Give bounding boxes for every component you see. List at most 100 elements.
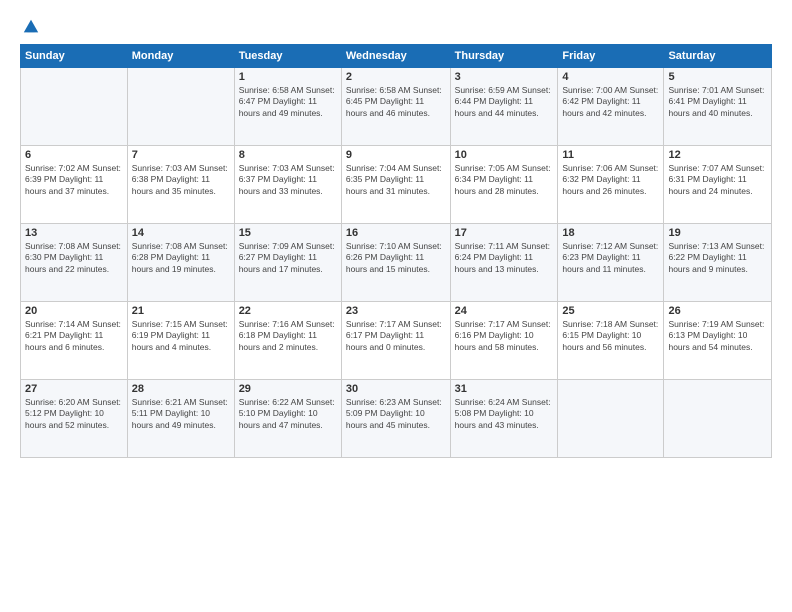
day-cell: 31 Sunrise: 6:24 AM Sunset: 5:08 PM Dayli…: [450, 380, 558, 458]
day-number: 21: [132, 305, 230, 317]
day-number: 18: [562, 227, 659, 239]
day-info: Sunrise: 7:05 AM Sunset: 6:34 PM Dayligh…: [455, 163, 554, 197]
day-cell: 26 Sunrise: 7:19 AM Sunset: 6:13 PM Dayli…: [664, 302, 772, 380]
day-info: Sunrise: 7:00 AM Sunset: 6:42 PM Dayligh…: [562, 85, 659, 119]
day-cell: 2 Sunrise: 6:58 AM Sunset: 6:45 PM Daylig…: [341, 68, 450, 146]
day-cell: 22Sunrise: 7:16 AM Sunset: 6:18 PM Dayli…: [234, 302, 341, 380]
day-cell: 7Sunrise: 7:03 AM Sunset: 6:38 PM Daylig…: [127, 146, 234, 224]
day-number: 14: [132, 227, 230, 239]
weekday-header-row: SundayMondayTuesdayWednesdayThursdayFrid…: [21, 45, 772, 68]
weekday-header-wednesday: Wednesday: [341, 45, 450, 68]
weekday-header-tuesday: Tuesday: [234, 45, 341, 68]
day-number: 24: [455, 305, 554, 317]
day-number: 31: [455, 383, 554, 395]
day-cell: 21 Sunrise: 7:15 AM Sunset: 6:19 PM Dayli…: [127, 302, 234, 380]
day-info: Sunrise: 6:58 AM Sunset: 6:45 PM Dayligh…: [346, 85, 446, 119]
day-cell: 27 Sunrise: 6:20 AM Sunset: 5:12 PM Dayli…: [21, 380, 128, 458]
day-number: 6: [25, 149, 123, 161]
day-cell: 12Sunrise: 7:07 AM Sunset: 6:31 PM Dayli…: [664, 146, 772, 224]
day-info: Sunrise: 7:11 AM Sunset: 6:24 PM Dayligh…: [455, 241, 554, 275]
day-cell: 18 Sunrise: 7:12 AM Sunset: 6:23 PM Dayli…: [558, 224, 664, 302]
day-cell: 9Sunrise: 7:04 AM Sunset: 6:35 PM Daylig…: [341, 146, 450, 224]
day-number: 1: [239, 71, 337, 83]
day-number: 20: [25, 305, 123, 317]
day-cell: 23 Sunrise: 7:17 AM Sunset: 6:17 PM Dayli…: [341, 302, 450, 380]
day-cell: 17 Sunrise: 7:11 AM Sunset: 6:24 PM Dayli…: [450, 224, 558, 302]
day-cell: 25 Sunrise: 7:18 AM Sunset: 6:15 PM Dayli…: [558, 302, 664, 380]
day-info: Sunrise: 7:17 AM Sunset: 6:17 PM Dayligh…: [346, 319, 446, 353]
day-number: 30: [346, 383, 446, 395]
day-info: Sunrise: 6:23 AM Sunset: 5:09 PM Dayligh…: [346, 397, 446, 431]
day-cell: 16Sunrise: 7:10 AM Sunset: 6:26 PM Dayli…: [341, 224, 450, 302]
day-info: Sunrise: 6:58 AM Sunset: 6:47 PM Dayligh…: [239, 85, 337, 119]
day-number: 15: [239, 227, 337, 239]
day-cell: 24 Sunrise: 7:17 AM Sunset: 6:16 PM Dayli…: [450, 302, 558, 380]
day-cell: 8 Sunrise: 7:03 AM Sunset: 6:37 PM Daylig…: [234, 146, 341, 224]
day-cell: 4 Sunrise: 7:00 AM Sunset: 6:42 PM Daylig…: [558, 68, 664, 146]
week-row-2: 6Sunrise: 7:02 AM Sunset: 6:39 PM Daylig…: [21, 146, 772, 224]
day-cell: 29Sunrise: 6:22 AM Sunset: 5:10 PM Dayli…: [234, 380, 341, 458]
day-info: Sunrise: 7:14 AM Sunset: 6:21 PM Dayligh…: [25, 319, 123, 353]
day-info: Sunrise: 6:22 AM Sunset: 5:10 PM Dayligh…: [239, 397, 337, 431]
day-cell: [127, 68, 234, 146]
day-cell: 6Sunrise: 7:02 AM Sunset: 6:39 PM Daylig…: [21, 146, 128, 224]
day-info: Sunrise: 6:59 AM Sunset: 6:44 PM Dayligh…: [455, 85, 554, 119]
day-cell: 10 Sunrise: 7:05 AM Sunset: 6:34 PM Dayli…: [450, 146, 558, 224]
day-info: Sunrise: 6:21 AM Sunset: 5:11 PM Dayligh…: [132, 397, 230, 431]
day-number: 4: [562, 71, 659, 83]
day-info: Sunrise: 7:19 AM Sunset: 6:13 PM Dayligh…: [668, 319, 767, 353]
day-number: 16: [346, 227, 446, 239]
day-cell: 13 Sunrise: 7:08 AM Sunset: 6:30 PM Dayli…: [21, 224, 128, 302]
day-number: 9: [346, 149, 446, 161]
day-number: 17: [455, 227, 554, 239]
day-info: Sunrise: 7:03 AM Sunset: 6:37 PM Dayligh…: [239, 163, 337, 197]
day-info: Sunrise: 7:08 AM Sunset: 6:30 PM Dayligh…: [25, 241, 123, 275]
day-cell: [21, 68, 128, 146]
day-number: 10: [455, 149, 554, 161]
day-info: Sunrise: 6:24 AM Sunset: 5:08 PM Dayligh…: [455, 397, 554, 431]
day-number: 23: [346, 305, 446, 317]
week-row-3: 13 Sunrise: 7:08 AM Sunset: 6:30 PM Dayli…: [21, 224, 772, 302]
day-info: Sunrise: 7:13 AM Sunset: 6:22 PM Dayligh…: [668, 241, 767, 275]
day-cell: [664, 380, 772, 458]
weekday-header-thursday: Thursday: [450, 45, 558, 68]
day-info: Sunrise: 7:07 AM Sunset: 6:31 PM Dayligh…: [668, 163, 767, 197]
day-cell: 19Sunrise: 7:13 AM Sunset: 6:22 PM Dayli…: [664, 224, 772, 302]
day-number: 28: [132, 383, 230, 395]
day-number: 5: [668, 71, 767, 83]
logo-icon: [22, 18, 40, 36]
day-info: Sunrise: 7:15 AM Sunset: 6:19 PM Dayligh…: [132, 319, 230, 353]
day-cell: 30 Sunrise: 6:23 AM Sunset: 5:09 PM Dayli…: [341, 380, 450, 458]
day-number: 2: [346, 71, 446, 83]
day-info: Sunrise: 7:06 AM Sunset: 6:32 PM Dayligh…: [562, 163, 659, 197]
calendar-table: SundayMondayTuesdayWednesdayThursdayFrid…: [20, 44, 772, 458]
day-number: 27: [25, 383, 123, 395]
day-cell: 28 Sunrise: 6:21 AM Sunset: 5:11 PM Dayli…: [127, 380, 234, 458]
header: [20, 16, 772, 36]
week-row-4: 20 Sunrise: 7:14 AM Sunset: 6:21 PM Dayli…: [21, 302, 772, 380]
day-cell: 14Sunrise: 7:08 AM Sunset: 6:28 PM Dayli…: [127, 224, 234, 302]
day-number: 3: [455, 71, 554, 83]
calendar-page: SundayMondayTuesdayWednesdayThursdayFrid…: [0, 0, 792, 612]
day-info: Sunrise: 7:09 AM Sunset: 6:27 PM Dayligh…: [239, 241, 337, 275]
day-number: 25: [562, 305, 659, 317]
day-info: Sunrise: 7:01 AM Sunset: 6:41 PM Dayligh…: [668, 85, 767, 119]
day-number: 26: [668, 305, 767, 317]
day-cell: 1 Sunrise: 6:58 AM Sunset: 6:47 PM Daylig…: [234, 68, 341, 146]
day-cell: 3 Sunrise: 6:59 AM Sunset: 6:44 PM Daylig…: [450, 68, 558, 146]
day-cell: 11 Sunrise: 7:06 AM Sunset: 6:32 PM Dayli…: [558, 146, 664, 224]
day-number: 13: [25, 227, 123, 239]
day-number: 8: [239, 149, 337, 161]
day-cell: 5 Sunrise: 7:01 AM Sunset: 6:41 PM Daylig…: [664, 68, 772, 146]
day-info: Sunrise: 7:18 AM Sunset: 6:15 PM Dayligh…: [562, 319, 659, 353]
day-info: Sunrise: 6:20 AM Sunset: 5:12 PM Dayligh…: [25, 397, 123, 431]
weekday-header-saturday: Saturday: [664, 45, 772, 68]
week-row-1: 1 Sunrise: 6:58 AM Sunset: 6:47 PM Daylig…: [21, 68, 772, 146]
day-cell: [558, 380, 664, 458]
day-number: 11: [562, 149, 659, 161]
day-info: Sunrise: 7:03 AM Sunset: 6:38 PM Dayligh…: [132, 163, 230, 197]
weekday-header-sunday: Sunday: [21, 45, 128, 68]
day-number: 22: [239, 305, 337, 317]
day-info: Sunrise: 7:17 AM Sunset: 6:16 PM Dayligh…: [455, 319, 554, 353]
day-info: Sunrise: 7:12 AM Sunset: 6:23 PM Dayligh…: [562, 241, 659, 275]
